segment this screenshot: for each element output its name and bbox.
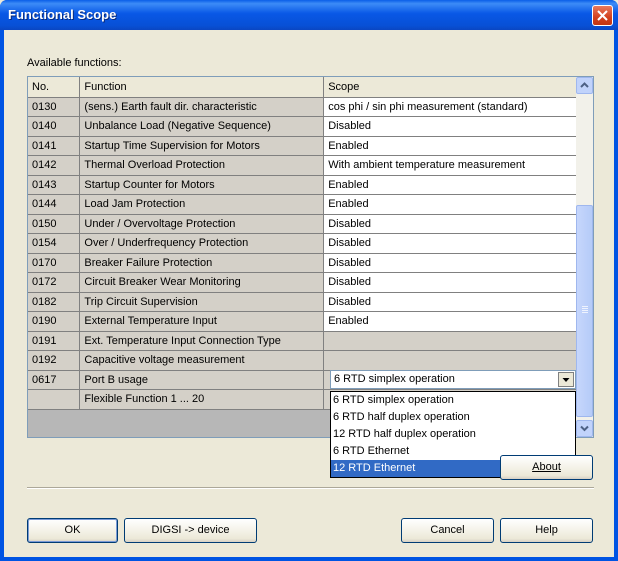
function-name-cell: Ext. Temperature Input Connection Type [79, 331, 325, 351]
digsi-to-device-button[interactable]: DIGSI -> device [124, 518, 257, 543]
column-header-no[interactable]: No. [28, 77, 81, 98]
cancel-button[interactable]: Cancel [401, 518, 494, 543]
scope-cell[interactable]: Enabled [323, 311, 577, 332]
dropdown-option[interactable]: 6 RTD half duplex operation [331, 409, 575, 426]
row-number-cell: 0130 [28, 97, 81, 117]
table-row[interactable]: 0144 Load Jam Protection Enabled [28, 194, 577, 215]
row-number-cell: 0154 [28, 233, 81, 254]
function-name-cell: Over / Underfrequency Protection [79, 233, 325, 254]
table-row[interactable]: 0142 Thermal Overload Protection With ambi… [28, 155, 577, 176]
scope-cell[interactable]: Disabled [323, 272, 577, 293]
functions-table: No. Function Scope 0130 (sens.) Earth fau… [28, 77, 577, 410]
function-name-cell: Circuit Breaker Wear Monitoring [79, 272, 325, 293]
scope-cell[interactable]: Enabled [323, 194, 577, 215]
help-button[interactable]: Help [500, 518, 593, 543]
row-number-cell: 0182 [28, 292, 81, 312]
table-row[interactable]: 0192 Capacitive voltage measurement [28, 350, 577, 371]
dialog-window: Functional Scope Available functions: No… [0, 0, 618, 561]
table-row[interactable]: 0182 Trip Circuit Supervision Disabled [28, 292, 577, 312]
row-number-cell [28, 389, 81, 410]
scope-cell[interactable]: Enabled [323, 175, 577, 195]
column-header-scope[interactable]: Scope [323, 77, 577, 98]
function-name-cell: Under / Overvoltage Protection [79, 214, 325, 234]
table-row[interactable]: 0170 Breaker Failure Protection Disabled [28, 253, 577, 273]
function-name-cell: Thermal Overload Protection [79, 155, 325, 176]
scope-cell[interactable]: Disabled [323, 253, 577, 273]
table-row[interactable]: 0191 Ext. Temperature Input Connection Ty… [28, 331, 577, 351]
function-name-cell: External Temperature Input [79, 311, 325, 332]
close-icon [597, 10, 608, 21]
chevron-up-icon [580, 82, 589, 88]
scope-cell[interactable]: cos phi / sin phi measurement (standard) [323, 97, 577, 117]
row-number-cell: 0141 [28, 136, 81, 156]
ok-button[interactable]: OK [27, 518, 118, 543]
close-button[interactable] [592, 5, 613, 26]
title-bar[interactable]: Functional Scope [0, 0, 618, 30]
scope-cell[interactable]: Disabled [323, 233, 577, 254]
table-row[interactable]: 0143 Startup Counter for Motors Enabled [28, 175, 577, 195]
scope-cell[interactable]: With ambient temperature measurement [323, 155, 577, 176]
dropdown-option[interactable]: 6 RTD simplex operation [331, 392, 575, 409]
grid-header-row: No. Function Scope [28, 77, 577, 98]
function-name-cell: (sens.) Earth fault dir. characteristic [79, 97, 325, 117]
row-number-cell: 0142 [28, 155, 81, 176]
combobox-dropdown-button[interactable] [558, 372, 574, 387]
row-number-cell: 0140 [28, 116, 81, 137]
row-number-cell: 0170 [28, 253, 81, 273]
chevron-down-icon [580, 425, 589, 432]
function-name-cell: Load Jam Protection [79, 194, 325, 215]
dialog-body: Available functions: No. Function Scope … [4, 30, 614, 557]
combobox-selected-value: 6 RTD simplex operation [334, 373, 455, 385]
function-name-cell: Flexible Function 1 ... 20 [79, 389, 325, 410]
row-number-cell: 0617 [28, 370, 81, 390]
row-number-cell: 0192 [28, 350, 81, 371]
function-name-cell: Unbalance Load (Negative Sequence) [79, 116, 325, 137]
function-name-cell: Startup Counter for Motors [79, 175, 325, 195]
row-number-cell: 0191 [28, 331, 81, 351]
row-number-cell: 0144 [28, 194, 81, 215]
available-functions-label: Available functions: [27, 57, 122, 69]
row-number-cell: 0190 [28, 311, 81, 332]
scroll-thumb[interactable] [576, 205, 593, 417]
table-row[interactable]: 0190 External Temperature Input Enabled [28, 311, 577, 332]
dropdown-option[interactable]: 12 RTD half duplex operation [331, 426, 575, 443]
table-row[interactable]: 0150 Under / Overvoltage Protection Disabl… [28, 214, 577, 234]
function-name-cell: Startup Time Supervision for Motors [79, 136, 325, 156]
row-number-cell: 0172 [28, 272, 81, 293]
table-row[interactable]: 0140 Unbalance Load (Negative Sequence) Di… [28, 116, 577, 137]
column-header-function[interactable]: Function [79, 77, 325, 98]
scope-cell[interactable]: Disabled [323, 214, 577, 234]
scope-cell[interactable] [323, 350, 577, 371]
table-row[interactable]: 0141 Startup Time Supervision for Motors E… [28, 136, 577, 156]
scope-cell[interactable]: Disabled [323, 116, 577, 137]
functions-grid[interactable]: No. Function Scope 0130 (sens.) Earth fau… [27, 76, 594, 478]
function-name-cell: Trip Circuit Supervision [79, 292, 325, 312]
scope-cell[interactable] [323, 331, 577, 351]
table-row[interactable]: 0172 Circuit Breaker Wear Monitoring Disab… [28, 272, 577, 293]
scroll-up-button[interactable] [576, 77, 593, 94]
grid-vertical-scrollbar[interactable] [576, 77, 593, 437]
row-number-cell: 0143 [28, 175, 81, 195]
scope-cell[interactable]: Disabled [323, 292, 577, 312]
table-row[interactable]: 0130 (sens.) Earth fault dir. characteris… [28, 97, 577, 117]
about-button[interactable]: About [500, 455, 593, 480]
function-name-cell: Breaker Failure Protection [79, 253, 325, 273]
window-title: Functional Scope [8, 7, 117, 22]
connection-type-combobox[interactable]: 6 RTD simplex operation [330, 370, 576, 389]
scope-cell[interactable]: Enabled [323, 136, 577, 156]
chevron-down-icon [562, 378, 570, 382]
function-name-cell: Capacitive voltage measurement [79, 350, 325, 371]
scroll-down-button[interactable] [576, 420, 593, 437]
separator [27, 487, 594, 489]
row-number-cell: 0150 [28, 214, 81, 234]
function-name-cell: Port B usage [79, 370, 325, 390]
table-row[interactable]: 0154 Over / Underfrequency Protection Disa… [28, 233, 577, 254]
